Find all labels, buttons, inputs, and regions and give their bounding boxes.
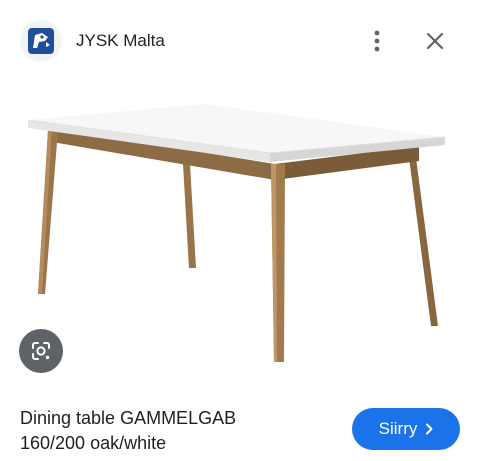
product-title-line-2: 160/200 oak/white — [20, 433, 167, 453]
site-logo[interactable] — [20, 20, 62, 62]
result-header: JYSK Malta — [0, 0, 480, 82]
google-lens-button[interactable] — [19, 329, 63, 373]
visit-button[interactable]: Siirry — [352, 408, 460, 450]
google-lens-icon — [32, 342, 50, 360]
chevron-right-icon — [425, 423, 433, 435]
dining-table-image — [27, 104, 446, 362]
product-title-line-1: Dining table GAMMELGAB — [20, 408, 237, 428]
site-name[interactable]: JYSK Malta — [76, 30, 165, 52]
more-options-button[interactable] — [364, 28, 390, 54]
more-vert-icon — [374, 30, 380, 52]
visit-button-label: Siirry — [378, 419, 418, 438]
close-icon — [426, 32, 444, 50]
jysk-bird-logo-icon — [28, 28, 54, 54]
close-button[interactable] — [422, 28, 448, 54]
product-title[interactable]: Dining table GAMMELGAB 160/200 oak/white — [20, 406, 330, 456]
product-image[interactable] — [0, 82, 480, 382]
